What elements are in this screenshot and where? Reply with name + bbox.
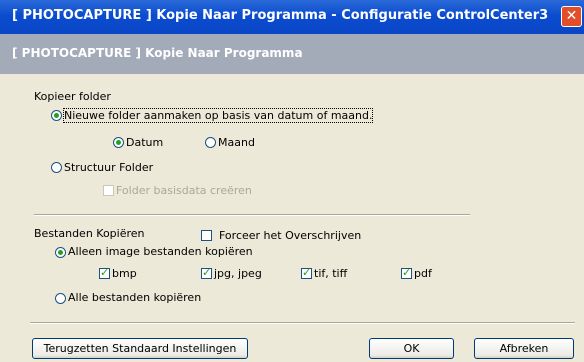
tif-checkbox[interactable]	[301, 266, 312, 279]
bmp-checkbox[interactable]	[99, 266, 110, 279]
overwrite-checkbox[interactable]	[201, 230, 212, 241]
maand-label[interactable]: Maand	[218, 136, 255, 149]
image-only-label[interactable]: Alleen image bestanden kopiëren	[68, 245, 253, 258]
datum-label[interactable]: Datum	[126, 136, 163, 149]
datum-radio[interactable]	[113, 137, 124, 148]
cancel-button[interactable]: Afbreken	[474, 338, 574, 359]
window-title: [ PHOTOCAPTURE ] Kopie Naar Programma - …	[12, 8, 549, 23]
tif-label[interactable]: tif, tiff	[314, 267, 347, 280]
structuur-label[interactable]: Structuur Folder	[64, 161, 153, 174]
jpg-checkbox[interactable]	[201, 266, 212, 279]
header-title: [ PHOTOCAPTURE ] Kopie Naar Programma	[12, 46, 303, 60]
pdf-label[interactable]: pdf	[414, 267, 432, 280]
jpg-label[interactable]: jpg, jpeg	[214, 267, 262, 280]
overwrite-label[interactable]: Forceer het Overschrijven	[219, 229, 361, 242]
new-folder-label[interactable]: Nieuwe folder aanmaken op basis van datu…	[62, 108, 374, 123]
structuur-radio[interactable]	[51, 162, 62, 173]
separator	[34, 214, 470, 216]
bmp-label[interactable]: bmp	[112, 267, 137, 280]
new-folder-radio[interactable]	[51, 110, 62, 121]
basisdata-checkbox[interactable]	[103, 185, 114, 196]
close-button[interactable]: ✕	[561, 6, 582, 27]
pdf-checkbox[interactable]	[401, 266, 412, 279]
header-bar: [ PHOTOCAPTURE ] Kopie Naar Programma	[0, 34, 584, 74]
all-files-label[interactable]: Alle bestanden kopiëren	[68, 291, 201, 304]
all-files-radio[interactable]	[55, 293, 66, 304]
basisdata-label: Folder basisdata creëren	[116, 184, 252, 197]
ok-button[interactable]: OK	[369, 338, 454, 359]
bottom-separator	[30, 322, 575, 324]
image-only-radio[interactable]	[55, 247, 66, 258]
bestanden-label: Bestanden Kopiëren	[34, 227, 145, 240]
kopieer-folder-label: Kopieer folder	[34, 90, 111, 103]
title-bar[interactable]: [ PHOTOCAPTURE ] Kopie Naar Programma - …	[0, 0, 584, 34]
reset-button[interactable]: Terugzetten Standaard Instellingen	[32, 338, 248, 359]
maand-radio[interactable]	[205, 137, 216, 148]
close-icon: ✕	[565, 8, 578, 24]
